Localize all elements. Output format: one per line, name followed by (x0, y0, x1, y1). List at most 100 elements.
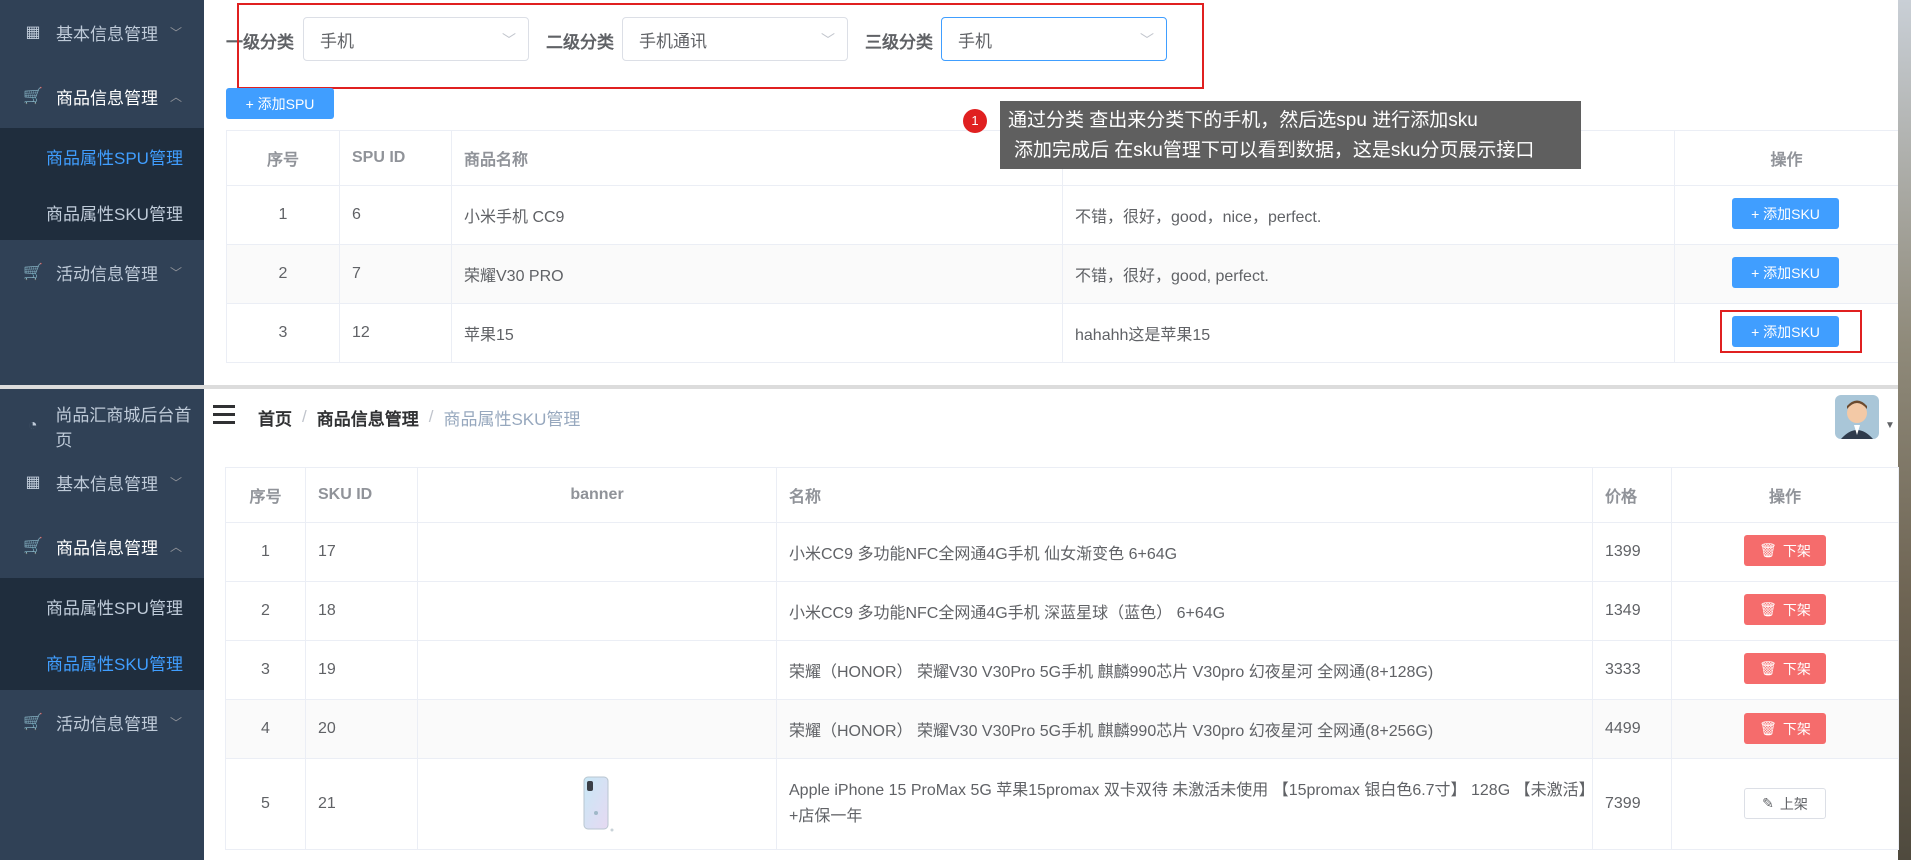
banner-cell (417, 640, 777, 700)
sidebar-item-product-info[interactable]: 🛒 商品信息管理 ︿ (0, 514, 204, 578)
table-row: 4 20 荣耀（HONOR） 荣耀V30 V30Pro 5G手机 麒麟990芯片… (225, 699, 1899, 759)
sidebar-item-basic-info[interactable]: ▦ 基本信息管理 ﹀ (0, 450, 204, 514)
table-row: 3 12 苹果15 hahahh这是苹果15 (226, 303, 1899, 363)
sku-price: 4499 (1592, 699, 1672, 759)
sidebar-item-home[interactable]: ◔ 尚品汇商城后台首页 (0, 394, 204, 458)
cart-icon: 🛒 (23, 264, 43, 281)
column-header: banner (417, 467, 777, 523)
sku-price: 1399 (1592, 522, 1672, 582)
sidebar-subitem-label: 商品属性SPU管理 (46, 598, 183, 618)
column-header: 名称 (776, 467, 1593, 523)
add-sku-button[interactable]: + 添加SKU (1732, 257, 1839, 288)
caret-down-icon[interactable]: ▼ (1885, 420, 1895, 431)
sidebar-subitem-sku[interactable]: 商品属性SKU管理 (0, 634, 204, 690)
row-index: 2 (225, 581, 306, 641)
row-index: 5 (225, 758, 306, 850)
column-header: SKU ID (305, 467, 418, 523)
sku-name: Apple iPhone 15 ProMax 5G 苹果15promax 双卡双… (776, 758, 1593, 850)
online-button[interactable]: ✎ 上架 (1744, 788, 1826, 819)
breadcrumb-home[interactable]: 首页 (258, 405, 292, 430)
breadcrumb-current: 商品属性SKU管理 (443, 409, 581, 429)
sku-name: 小米CC9 多功能NFC全网通4G手机 深蓝星球（蓝色） 6+64G (776, 581, 1593, 641)
spu-name: 苹果15 (451, 303, 1063, 363)
sku-id: 21 (305, 758, 418, 850)
sidebar-item-product-info[interactable]: 🛒 商品信息管理 ︿ (0, 64, 204, 128)
spu-id: 7 (339, 244, 452, 304)
add-sku-button[interactable]: + 添加SKU (1732, 198, 1839, 229)
spu-desc: hahahh这是苹果15 (1062, 303, 1675, 363)
spu-name: 荣耀V30 PRO (451, 244, 1063, 304)
column-header: SPU ID (339, 130, 452, 186)
sidebar-subitem-spu[interactable]: 商品属性SPU管理 (0, 578, 204, 634)
banner-cell (417, 699, 777, 759)
chevron-down-icon: ﹀ (169, 475, 182, 490)
edit-icon: ✎ (1762, 795, 1774, 811)
sku-name-line: Apple iPhone 15 ProMax 5G 苹果15promax 双卡双… (789, 782, 1593, 799)
row-index: 1 (225, 522, 306, 582)
trash-icon: 🗑 (1759, 542, 1777, 558)
sidebar-subitem-spu[interactable]: 商品属性SPU管理 (0, 128, 204, 184)
hamburger-icon[interactable] (213, 405, 235, 425)
chevron-down-icon: ﹀ (169, 265, 182, 280)
sidebar-item-basic-info[interactable]: ▦ 基本信息管理 ﹀ (0, 0, 204, 64)
spu-name: 小米手机 CC9 (451, 185, 1063, 245)
desktop-edge (1898, 0, 1911, 860)
sidebar-item-activity-info[interactable]: 🛒 活动信息管理 ﹀ (0, 240, 204, 304)
banner-cell (417, 581, 777, 641)
chevron-down-icon: ﹀ (169, 25, 182, 40)
column-header: 操作 (1671, 467, 1899, 523)
sku-price: 1349 (1592, 581, 1672, 641)
sidebar-subitem-sku[interactable]: 商品属性SKU管理 (0, 184, 204, 240)
sidebar-item-activity-info[interactable]: 🛒 活动信息管理 ﹀ (0, 690, 204, 754)
avatar[interactable] (1835, 395, 1879, 439)
trash-icon: 🗑 (1759, 601, 1777, 617)
chevron-up-icon: ︿ (169, 89, 182, 104)
chevron-up-icon: ︿ (169, 539, 182, 554)
sku-price: 3333 (1592, 640, 1672, 700)
column-header: 序号 (225, 467, 306, 523)
sku-id: 20 (305, 699, 418, 759)
sidebar-item-label: 尚品汇商城后台首页 (55, 406, 192, 450)
sidebar-subitem-label: 商品属性SKU管理 (46, 654, 183, 674)
cart-icon: 🛒 (23, 88, 43, 105)
tooltip-badge: 1 (963, 109, 987, 133)
sidebar-item-label: 商品信息管理 (56, 88, 158, 108)
column-header: 价格 (1592, 467, 1672, 523)
column-header: 商品名称 (451, 130, 1063, 186)
offline-button[interactable]: 🗑 下架 (1744, 713, 1826, 744)
sidebar-item-label: 活动信息管理 (56, 714, 158, 734)
sidebar-item-label: 基本信息管理 (56, 24, 158, 44)
offline-button[interactable]: 🗑 下架 (1744, 594, 1826, 625)
sidebar-item-label: 商品信息管理 (56, 538, 158, 558)
add-spu-button[interactable]: + 添加SPU (226, 88, 334, 119)
sku-price: 7399 (1592, 758, 1672, 850)
grid-icon: ▦ (25, 24, 41, 41)
column-header: 序号 (226, 130, 340, 186)
table-row: 2 18 小米CC9 多功能NFC全网通4G手机 深蓝星球（蓝色） 6+64G … (225, 581, 1899, 641)
offline-button[interactable]: 🗑 下架 (1744, 653, 1826, 684)
button-label: 下架 (1782, 660, 1811, 677)
spu-desc: 不错，很好，good, perfect. (1062, 244, 1675, 304)
filter-highlight-box (237, 3, 1204, 89)
banner-cell (417, 758, 777, 850)
sku-name-line: +店保一年 (789, 808, 863, 825)
tooltip-line: 通过分类 查出来分类下的手机，然后选spu 进行添加sku (1008, 110, 1478, 131)
row-index: 2 (226, 244, 340, 304)
offline-button[interactable]: 🗑 下架 (1744, 535, 1826, 566)
breadcrumb-separator: / (428, 407, 434, 426)
row-index: 1 (226, 185, 340, 245)
sku-name: 荣耀（HONOR） 荣耀V30 V30Pro 5G手机 麒麟990芯片 V30p… (776, 640, 1593, 700)
button-label: 下架 (1782, 542, 1811, 559)
sku-name: 荣耀（HONOR） 荣耀V30 V30Pro 5G手机 麒麟990芯片 V30p… (776, 699, 1593, 759)
table-row: 1 17 小米CC9 多功能NFC全网通4G手机 仙女渐变色 6+64G 139… (225, 522, 1899, 582)
grid-icon: ▦ (25, 474, 41, 491)
breadcrumb-section[interactable]: 商品信息管理 (317, 405, 419, 430)
phone-thumbnail (583, 776, 614, 832)
table-row: 3 19 荣耀（HONOR） 荣耀V30 V30Pro 5G手机 麒麟990芯片… (225, 640, 1899, 700)
table-row: 5 21 Apple iPhone 15 ProMax 5G 苹果15proma… (225, 758, 1899, 850)
banner-cell (417, 522, 777, 582)
row-index: 4 (225, 699, 306, 759)
breadcrumb-separator: / (302, 407, 307, 426)
table-row: 1 6 小米手机 CC9 不错，很好，good，nice，perfect. (226, 185, 1899, 245)
button-label: 下架 (1782, 601, 1811, 618)
